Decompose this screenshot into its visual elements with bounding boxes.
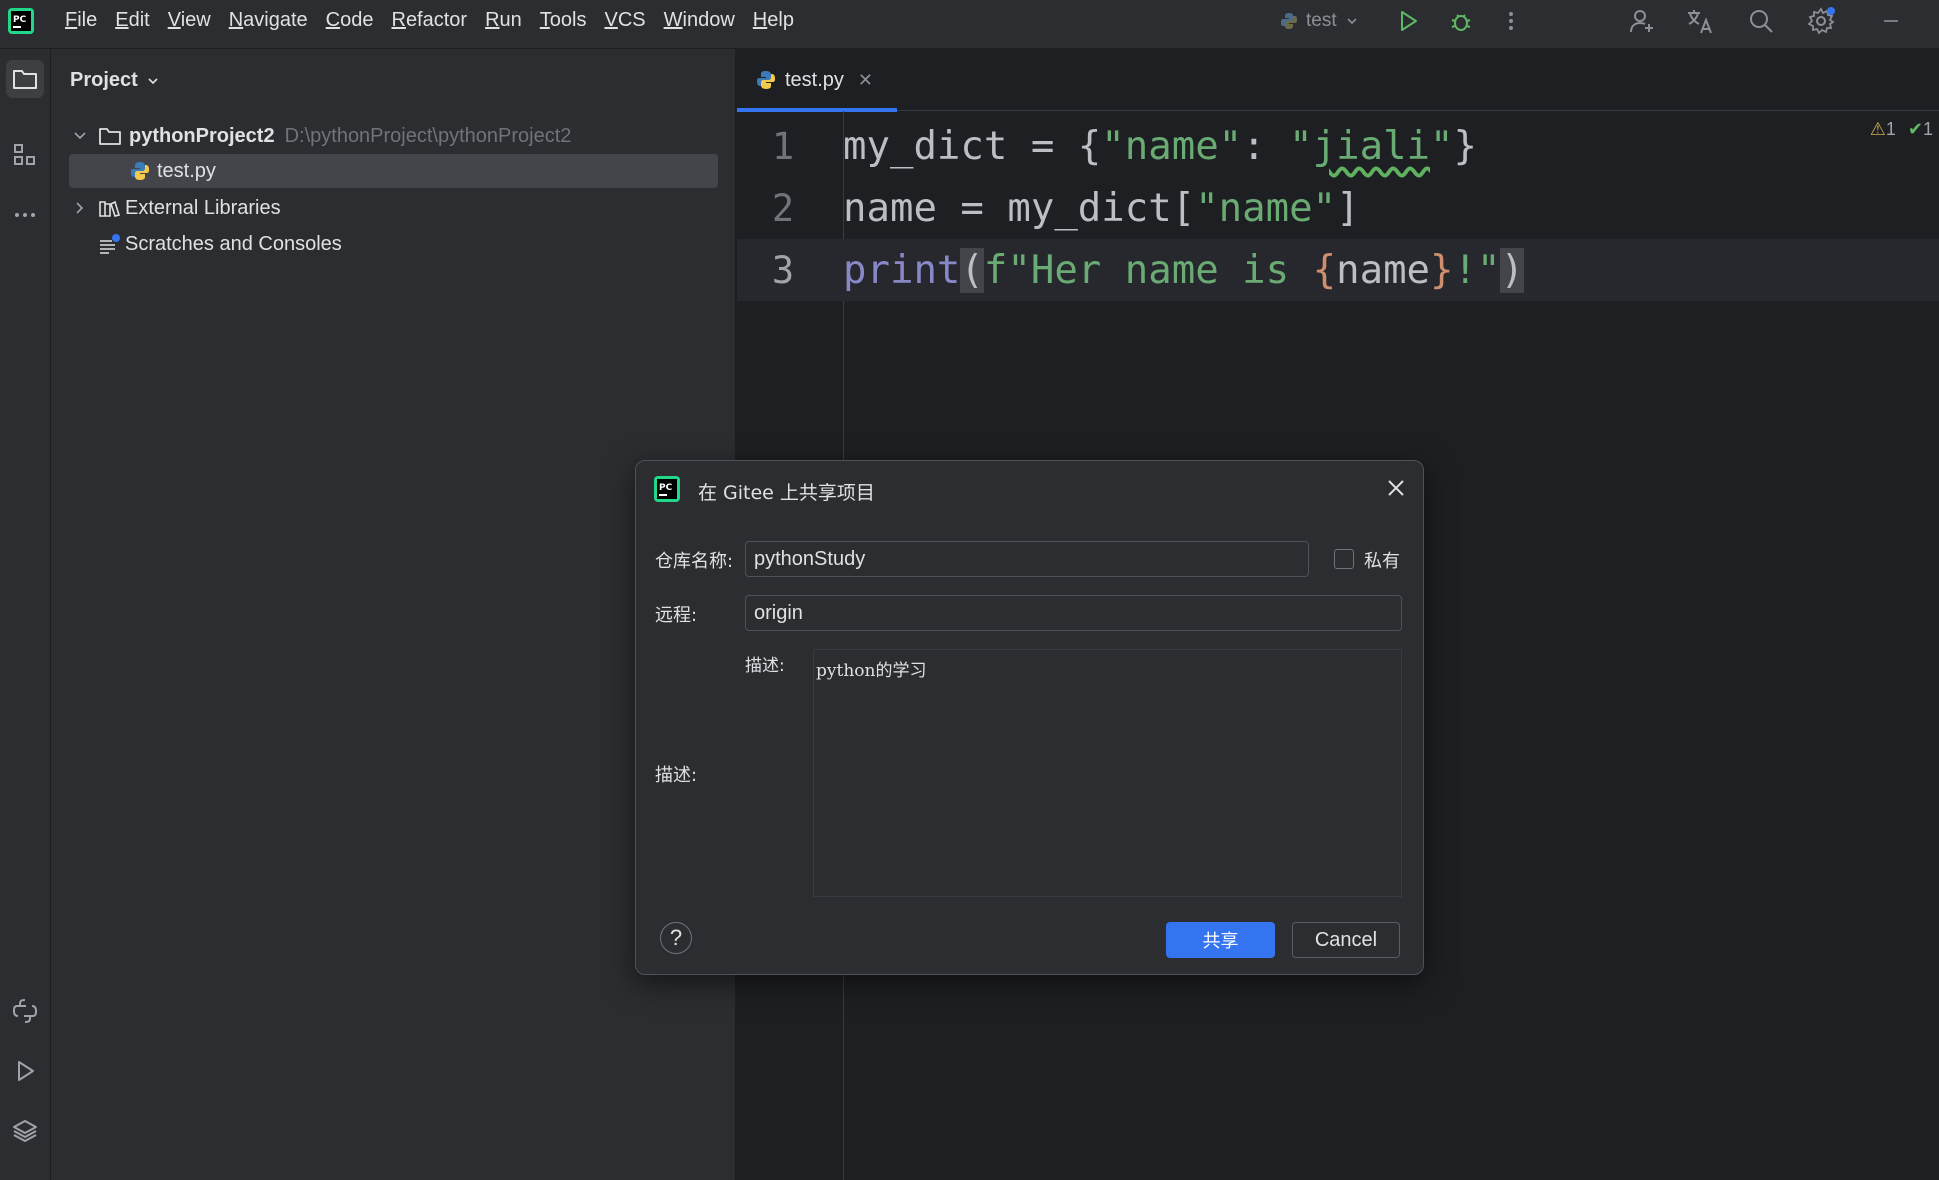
settings-gear-icon[interactable] xyxy=(1806,6,1836,36)
code-text: my_dict = {"name": "jiali"} xyxy=(843,123,1477,169)
pycharm-logo-icon: PC xyxy=(654,476,680,502)
run-config-selector[interactable]: test xyxy=(1280,7,1359,35)
more-tools-button[interactable] xyxy=(6,196,44,234)
typo-word: jiali xyxy=(1312,123,1431,169)
svg-text:PC: PC xyxy=(13,15,27,25)
editor-tab-bar: test.py ✕ xyxy=(737,49,1939,112)
menu-window[interactable]: Window xyxy=(655,0,744,40)
scratches-label: Scratches and Consoles xyxy=(125,232,342,255)
menu-tools[interactable]: Tools xyxy=(531,0,596,40)
code-line-2[interactable]: 2 name = my_dict["name"] xyxy=(737,177,1939,239)
dialog-title: 在 Gitee 上共享项目 xyxy=(698,482,875,504)
tree-item-scratches[interactable]: Scratches and Consoles xyxy=(97,227,342,261)
run-tool-button[interactable] xyxy=(6,1052,44,1090)
layers-tool-button[interactable] xyxy=(6,1112,44,1150)
repo-name-input[interactable]: pythonStudy xyxy=(745,541,1309,577)
menu-view[interactable]: View xyxy=(159,0,220,40)
close-icon[interactable] xyxy=(1385,477,1407,499)
debug-icon[interactable] xyxy=(1446,6,1476,36)
cancel-button[interactable]: Cancel xyxy=(1292,922,1400,958)
menu-edit[interactable]: Edit xyxy=(106,0,158,40)
project-panel-title[interactable]: Project xyxy=(70,69,160,92)
tool-window-strip xyxy=(0,49,51,1180)
project-title-label: Project xyxy=(70,69,138,91)
more-horizontal-icon xyxy=(15,213,35,217)
code-line-1[interactable]: 1 my_dict = {"name": "jiali"} xyxy=(737,115,1939,177)
file-name-test-py: test.py xyxy=(157,159,216,182)
chevron-down-icon xyxy=(1347,18,1357,25)
tab-test-py[interactable]: test.py ✕ xyxy=(737,49,897,112)
description-inner-label: 描述: xyxy=(745,656,785,676)
play-icon xyxy=(18,1061,34,1081)
menu-navigate[interactable]: Navigate xyxy=(220,0,317,40)
repo-name-label: 仓库名称: xyxy=(655,551,734,572)
svg-text:PC: PC xyxy=(659,483,673,493)
python-console-icon xyxy=(12,999,38,1023)
folder-icon xyxy=(99,128,121,145)
run-icon[interactable] xyxy=(1393,6,1423,36)
private-checkbox[interactable] xyxy=(1334,549,1354,569)
tree-root-project[interactable]: pythonProject2 D:\pythonProject\pythonPr… xyxy=(69,119,571,153)
external-libraries-label: External Libraries xyxy=(125,196,281,219)
line-number: 1 xyxy=(771,124,795,168)
search-icon[interactable] xyxy=(1746,6,1776,36)
tree-item-test-py[interactable]: test.py xyxy=(69,154,718,188)
add-user-icon[interactable] xyxy=(1627,6,1657,36)
project-panel: Project pythonProject2 D:\pythonProject\… xyxy=(51,49,736,1180)
code-text: print(f"Her name is {name}!") xyxy=(843,247,1524,293)
chevron-down-icon xyxy=(148,77,158,84)
chevron-right-icon[interactable] xyxy=(69,197,91,219)
remote-input[interactable]: origin xyxy=(745,595,1402,631)
python-icon xyxy=(1281,13,1297,29)
project-tool-button[interactable] xyxy=(6,60,44,98)
private-label: 私有 xyxy=(1364,551,1400,572)
library-icon xyxy=(99,200,121,217)
layers-icon xyxy=(13,1120,37,1142)
structure-tool-button[interactable] xyxy=(6,136,44,174)
code-text: name = my_dict["name"] xyxy=(843,185,1360,231)
menu-help[interactable]: Help xyxy=(744,0,803,40)
tree-item-external-libraries[interactable]: External Libraries xyxy=(69,191,281,225)
line-number: 3 xyxy=(771,248,795,292)
python-file-icon xyxy=(131,162,149,180)
share-on-gitee-dialog: PC 在 Gitee 上共享项目 仓库名称: pythonStudy 私有 远程… xyxy=(635,460,1424,975)
main-menu: File Edit View Navigate Code Refactor Ru… xyxy=(56,0,803,40)
project-root-name: pythonProject2 xyxy=(129,124,275,147)
pycharm-logo-icon[interactable]: PC xyxy=(8,8,34,34)
more-actions-icon[interactable] xyxy=(1496,6,1526,36)
help-button[interactable]: ? xyxy=(660,922,692,954)
menu-refactor[interactable]: Refactor xyxy=(382,0,476,40)
project-root-path: D:\pythonProject\pythonProject2 xyxy=(284,124,572,147)
translate-icon[interactable] xyxy=(1685,6,1715,36)
remote-label: 远程: xyxy=(655,605,698,626)
code-line-3[interactable]: 3 print(f"Her name is {name}!") xyxy=(737,239,1939,301)
description-label: 描述: xyxy=(655,765,698,786)
menu-vcs[interactable]: VCS xyxy=(596,0,655,40)
line-number: 2 xyxy=(771,186,795,230)
menu-run[interactable]: Run xyxy=(476,0,531,40)
active-tab-indicator xyxy=(737,108,897,112)
title-bar: PC File Edit View Navigate Code Refactor… xyxy=(0,0,1939,49)
chevron-down-icon[interactable] xyxy=(69,125,91,147)
menu-code[interactable]: Code xyxy=(317,0,383,40)
menu-file[interactable]: File xyxy=(56,0,106,40)
tab-label: test.py xyxy=(785,68,844,91)
python-console-button[interactable] xyxy=(6,992,44,1030)
folder-icon xyxy=(13,70,37,89)
python-file-icon xyxy=(757,71,775,89)
share-button[interactable]: 共享 xyxy=(1166,922,1275,958)
run-config-label: test xyxy=(1306,10,1337,31)
structure-icon xyxy=(14,144,35,165)
minimize-icon[interactable] xyxy=(1876,6,1906,36)
close-tab-icon[interactable]: ✕ xyxy=(858,70,873,91)
scratches-icon xyxy=(100,234,120,254)
description-textarea[interactable]: python的学习 xyxy=(813,649,1402,897)
